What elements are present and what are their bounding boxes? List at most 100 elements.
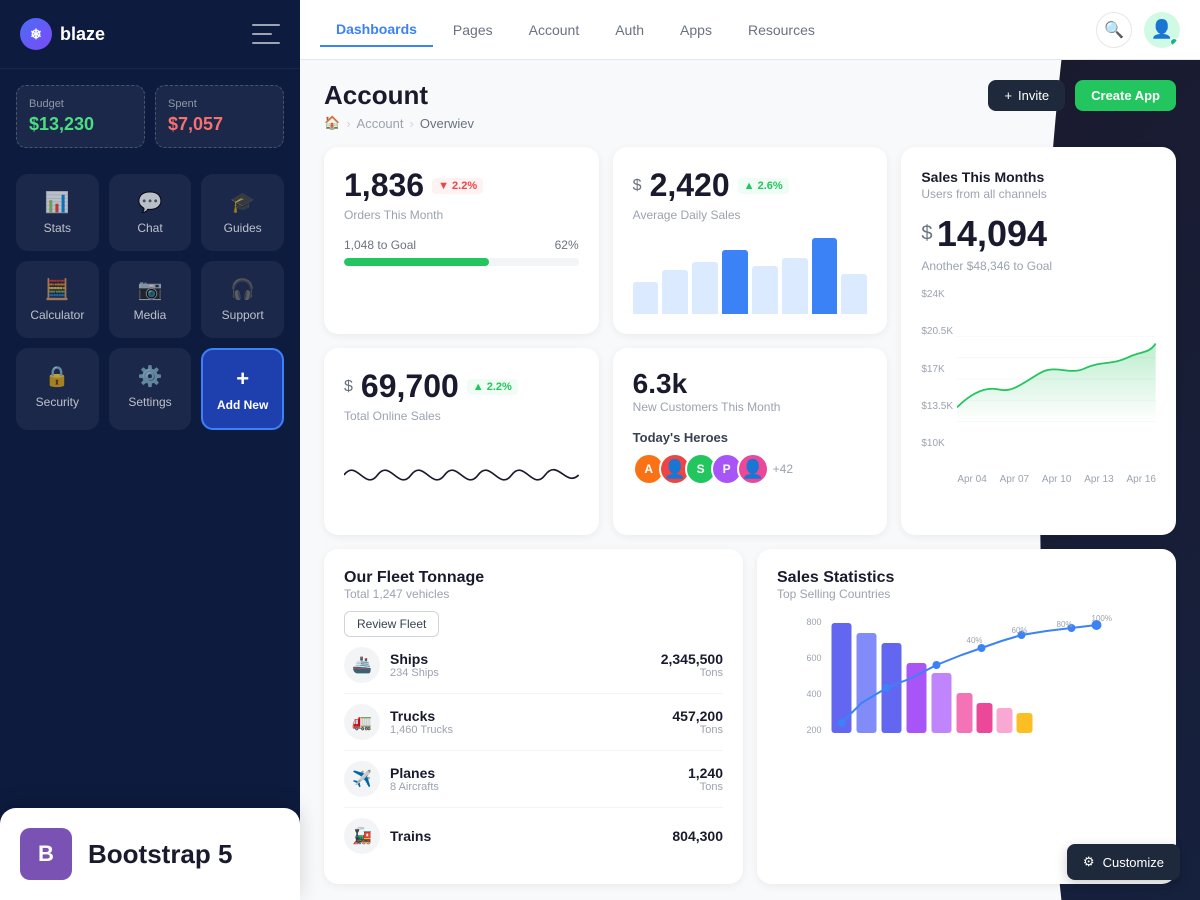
sales-stats-title: Sales Statistics [777, 569, 1156, 587]
svg-text:80%: 80% [1057, 620, 1073, 629]
bar-1 [633, 282, 659, 314]
sidebar-item-calculator[interactable]: 🧮 Calculator [16, 261, 99, 338]
sidebar-header: ❄ blaze [0, 0, 300, 69]
nav-items: Dashboards Pages Account Auth Apps Resou… [320, 13, 831, 47]
user-avatar[interactable]: 👤 [1144, 12, 1180, 48]
budget-section: Budget $13,230 Spent $7,057 [0, 69, 300, 164]
svg-text:400: 400 [807, 689, 822, 699]
menu-toggle-icon[interactable] [252, 24, 280, 44]
heroes-count: +42 [773, 462, 793, 476]
x-label-2: Apr 07 [1000, 474, 1029, 485]
orders-progress-section: 1,048 to Goal 62% [344, 238, 579, 266]
sales-line-chart: $24K $20.5K $17K $13.5K $10K [921, 289, 1156, 469]
bar-2 [662, 270, 688, 314]
app-logo: ❄ blaze [20, 18, 105, 50]
trucks-name: Trucks [390, 708, 453, 724]
heroes-title: Today's Heroes [633, 430, 868, 445]
avg-sales-card: $ 2,420 ▲ 2.6% Average Daily Sales [613, 147, 888, 334]
nav-item-pages[interactable]: Pages [437, 14, 509, 46]
svg-text:800: 800 [807, 617, 822, 627]
total-online-label: Total Online Sales [344, 409, 579, 423]
avg-sales-label: Average Daily Sales [633, 208, 868, 222]
customize-button[interactable]: ⚙ Customize [1067, 844, 1180, 880]
y-label-3: $17K [921, 364, 953, 375]
planes-name: Planes [390, 765, 439, 781]
create-app-button[interactable]: Create App [1075, 80, 1176, 111]
breadcrumb-parent[interactable]: Account [357, 116, 404, 131]
y-label-2: $20.5K [921, 326, 953, 337]
bar-4 [722, 250, 748, 314]
sales-big-value: 14,094 [937, 213, 1047, 254]
page-title: Account [324, 80, 474, 111]
orders-badge: ▼ 2.2% [432, 178, 483, 194]
trucks-icon: 🚛 [344, 704, 380, 740]
bar-5 [752, 266, 778, 314]
avg-sales-value: 2,420 [650, 167, 730, 204]
fleet-title: Our Fleet Tonnage [344, 569, 723, 587]
ships-name: Ships [390, 651, 439, 667]
spent-value: $7,057 [168, 114, 271, 135]
sidebar-item-support[interactable]: 🎧 Support [201, 261, 284, 338]
ships-value: 2,345,500 [661, 651, 723, 667]
security-icon: 🔒 [45, 364, 70, 389]
sidebar-item-settings[interactable]: ⚙️ Settings [109, 348, 192, 430]
wave-chart [344, 435, 579, 515]
sales-dollar: $ [921, 223, 932, 245]
security-label: Security [36, 395, 79, 409]
home-icon[interactable]: 🏠 [324, 115, 340, 131]
y-label-5: $10K [921, 438, 953, 449]
budget-value: $13,230 [29, 114, 132, 135]
content-area: Account 🏠 › Account › Overwiev + Invite … [300, 60, 1200, 900]
total-online-value: 69,700 [361, 368, 459, 405]
svg-text:100%: 100% [1092, 614, 1112, 623]
sales-svg-chart [957, 289, 1156, 469]
guides-icon: 🎓 [230, 190, 255, 215]
guides-label: Guides [224, 221, 262, 235]
customize-label: Customize [1103, 855, 1164, 870]
sidebar-item-media[interactable]: 📷 Media [109, 261, 192, 338]
bootstrap-icon: B [20, 828, 72, 880]
app-name: blaze [60, 24, 105, 45]
page-title-section: Account 🏠 › Account › Overwiev [324, 80, 474, 131]
stats-icon: 📊 [45, 190, 70, 215]
budget-card: Budget $13,230 [16, 85, 145, 148]
support-label: Support [222, 308, 264, 322]
trains-value-section: 804,300 [672, 828, 723, 844]
spent-card: Spent $7,057 [155, 85, 284, 148]
x-label-5: Apr 16 [1127, 474, 1156, 485]
total-online-card: $ 69,700 ▲ 2.2% Total Online Sales [324, 348, 599, 535]
sales-another: Another $48,346 to Goal [921, 259, 1156, 273]
new-customers-card: 6.3k New Customers This Month Today's He… [613, 348, 888, 535]
bar-6 [782, 258, 808, 314]
breadcrumb: 🏠 › Account › Overwiev [324, 115, 474, 131]
goal-label: 1,048 to Goal [344, 238, 416, 252]
sidebar-item-chat[interactable]: 💬 Chat [109, 174, 192, 251]
sidebar-item-security[interactable]: 🔒 Security [16, 348, 99, 430]
total-online-header: $ 69,700 ▲ 2.2% [344, 368, 579, 405]
sidebar-item-guides[interactable]: 🎓 Guides [201, 174, 284, 251]
sidebar-item-stats[interactable]: 📊 Stats [16, 174, 99, 251]
sidebar-item-addnew[interactable]: + Add New [201, 348, 284, 430]
planes-value: 1,240 [688, 765, 723, 781]
addnew-icon: + [236, 366, 249, 392]
review-fleet-button[interactable]: Review Fleet [344, 611, 439, 637]
nav-item-resources[interactable]: Resources [732, 14, 831, 46]
nav-grid: 📊 Stats 💬 Chat 🎓 Guides 🧮 Calculator 📷 M… [0, 164, 300, 440]
nav-item-dashboards[interactable]: Dashboards [320, 13, 433, 47]
orders-label: Orders This Month [344, 208, 579, 222]
nav-item-apps[interactable]: Apps [664, 14, 728, 46]
nav-item-auth[interactable]: Auth [599, 14, 660, 46]
x-label-1: Apr 04 [957, 474, 986, 485]
orders-value: 1,836 [344, 167, 424, 204]
fleet-card: Our Fleet Tonnage Total 1,247 vehicles R… [324, 549, 743, 884]
goal-pct: 62% [555, 238, 579, 252]
nav-item-account[interactable]: Account [513, 14, 596, 46]
svg-text:40%: 40% [967, 636, 983, 645]
trucks-unit: Tons [672, 724, 723, 736]
hero-avatar-5: 👤 [737, 453, 769, 485]
y-label-1: $24K [921, 289, 953, 300]
search-button[interactable]: 🔍 [1096, 12, 1132, 48]
invite-button[interactable]: + Invite [988, 80, 1065, 111]
heroes-avatars: A 👤 S P 👤 +42 [633, 453, 868, 485]
sales-statistics-card: Sales Statistics Top Selling Countries 8… [757, 549, 1176, 884]
